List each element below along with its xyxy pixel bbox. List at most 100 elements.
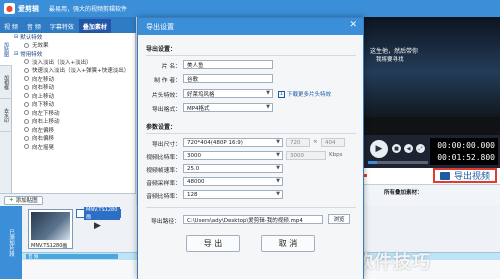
- app-titlebar: ● 爱剪辑 最易用，强大的视频剪辑软件: [0, 0, 500, 17]
- progress-fill: [368, 161, 377, 164]
- format-label: 导出格式：: [152, 107, 181, 113]
- effect-item[interactable]: 向左偏移: [12, 126, 135, 135]
- clip-name: MNV.TS1280画: [84, 207, 120, 220]
- player-controls: ▶ ■ ◀ ⤢ 00:00:00.000 00:01:52.800: [364, 135, 500, 168]
- export-settings-dialog: 导出设置 ✕ 导出设置： 片 名： 美人鱼 制 作 者： 谷歌 片头特效： 好莱…: [137, 17, 364, 279]
- video-preview: 这生他，然后带你 我将要寻找: [364, 17, 500, 135]
- timeline-toolbar: + 添加贴图: [0, 193, 136, 206]
- audio-bitrate-select[interactable]: 128 ▼: [183, 190, 283, 199]
- author-field[interactable]: 谷歌: [183, 74, 273, 83]
- size-value: 720*404(480P 16:9): [187, 139, 243, 146]
- width-field[interactable]: 720: [286, 138, 310, 147]
- effect-item[interactable]: 向上移动: [12, 92, 135, 101]
- timeline-clip[interactable]: MNV.TS1280画: [76, 207, 121, 220]
- effect-item-label: 向左移动: [32, 76, 55, 83]
- effect-item-label: 向右移动: [32, 85, 55, 92]
- effects-list: ⊟ 默认特效 无效果 ⊟ 常用特效 淡入淡出（淡入+淡出） 快速淡入淡出（淡入+弹簧…: [12, 33, 136, 193]
- vnav-label: 去水印: [3, 107, 9, 123]
- clip-thumbnail: [31, 212, 70, 240]
- time-total: 00:01:52.800: [437, 153, 495, 162]
- format-select[interactable]: MP4格式 ▼: [183, 103, 273, 112]
- dialog-title: 导出设置: [146, 22, 174, 31]
- vnav-item-remove-watermark[interactable]: 去水印: [0, 99, 12, 132]
- added-effects-header: 所有叠加素材：: [384, 190, 423, 196]
- effect-item[interactable]: 向右移动: [12, 83, 135, 92]
- time-current: 00:00:00.000: [437, 141, 495, 150]
- size-select[interactable]: 720*404(480P 16:9) ▼: [183, 138, 283, 147]
- section-parameters: 参数设置：: [146, 124, 177, 131]
- radio-icon: [24, 144, 29, 150]
- audio-sample-label: 音频采样率：: [146, 181, 181, 187]
- tab-subtitle-effects[interactable]: 字幕特效: [46, 19, 78, 33]
- audio-bitrate-label: 音频比特率：: [146, 194, 181, 200]
- audio-strip[interactable]: 音 频: [26, 254, 118, 260]
- format-value: MP4格式: [187, 105, 210, 112]
- vertical-nav: 加贴图 加相框 去水印: [0, 33, 12, 193]
- export-video-button[interactable]: 导出视频: [433, 168, 497, 183]
- effect-item[interactable]: 向左摇晃: [12, 143, 135, 152]
- effect-item[interactable]: 淡入淡出（淡入+淡出）: [12, 58, 135, 67]
- chevron-down-icon: ▼: [266, 104, 270, 110]
- effect-item[interactable]: 向右上移动: [12, 117, 135, 126]
- fullscreen-icon[interactable]: ⤢: [416, 144, 425, 153]
- height-field[interactable]: 404: [321, 138, 345, 147]
- vnav-item-add-sticker[interactable]: 加贴图: [0, 33, 12, 66]
- effect-item-label: 向左下移动: [32, 110, 60, 117]
- watermark: 软件技巧: [355, 252, 431, 273]
- fps-label: 视频帧速率：: [146, 168, 181, 174]
- effect-item[interactable]: 向右偏移: [12, 134, 135, 143]
- export-video-label: 导出视频: [453, 172, 490, 182]
- timeline-clip[interactable]: MNV.TS1280画: [28, 209, 73, 249]
- chevron-down-icon: ▼: [276, 139, 280, 145]
- divider: [146, 55, 356, 56]
- app-name: 爱剪辑: [18, 4, 39, 13]
- effect-item[interactable]: 快速淡入淡出（淡入+弹簧+快速淡出）: [12, 66, 135, 75]
- radio-icon: [24, 76, 29, 82]
- export-button[interactable]: 导 出: [186, 235, 240, 252]
- fps-select[interactable]: 25.0 ▼: [183, 164, 283, 173]
- volume-icon[interactable]: ◀: [404, 144, 413, 153]
- tab-audio[interactable]: 音 频: [23, 19, 45, 33]
- effect-group-default[interactable]: ⊟ 默认特效: [12, 33, 135, 41]
- add-sticker-button[interactable]: + 添加贴图: [4, 195, 43, 205]
- progress-bar[interactable]: [368, 161, 428, 164]
- audio-sample-select[interactable]: 48000 ▼: [183, 177, 283, 186]
- radio-icon: [24, 118, 29, 124]
- effect-item-label: 向上移动: [32, 93, 55, 100]
- effect-item-label: 向左摇晃: [32, 144, 55, 151]
- dialog-body: 导出设置： 片 名： 美人鱼 制 作 者： 谷歌 片头特效： 好莱坞风格 ▼ ↓ 下…: [138, 35, 363, 279]
- divider: [146, 133, 356, 134]
- vnav-item-add-frame[interactable]: 加相框: [0, 66, 12, 99]
- cancel-button[interactable]: 取 消: [261, 235, 315, 252]
- radio-icon: [24, 93, 29, 99]
- effect-item[interactable]: 向左下移动: [12, 109, 135, 118]
- effect-item-label: 快速淡入淡出（淡入+弹簧+快速淡出）: [32, 68, 130, 75]
- main-tabs: 视 频 音 频 字幕特效 叠加素材: [0, 17, 136, 33]
- effect-item[interactable]: 无效果: [12, 41, 135, 50]
- close-icon[interactable]: ✕: [349, 20, 357, 30]
- video-bitrate-value: 3000: [187, 152, 201, 159]
- video-bitrate-label: 视频比特率：: [146, 155, 181, 161]
- intro-effect-select[interactable]: 好莱坞风格 ▼: [183, 89, 273, 98]
- stop-button[interactable]: ■: [392, 144, 401, 153]
- times-sign: ×: [313, 139, 318, 145]
- chevron-down-icon: ▼: [276, 191, 280, 197]
- radio-icon: [24, 127, 29, 133]
- export-path-field[interactable]: C:\Users\ady\Desktop\爱剪辑-我的视频.mp4: [183, 215, 323, 224]
- chevron-down-icon: ▼: [266, 90, 270, 96]
- play-button[interactable]: ▶: [370, 140, 388, 158]
- tab-overlay-material[interactable]: 叠加素材: [78, 19, 111, 33]
- browse-button[interactable]: 浏览: [328, 214, 350, 224]
- radio-icon: [24, 84, 29, 90]
- chevron-down-icon: ▼: [276, 165, 280, 171]
- name-field[interactable]: 美人鱼: [183, 60, 273, 69]
- video-bitrate-select[interactable]: 3000 ▼: [183, 151, 283, 160]
- effect-item[interactable]: 向左移动: [12, 75, 135, 84]
- effect-group-common[interactable]: ⊟ 常用特效: [12, 50, 135, 58]
- download-more-intro-link[interactable]: ↓ 下载更多片头特效: [278, 90, 331, 98]
- plus-icon: +: [9, 197, 14, 203]
- tab-video[interactable]: 视 频: [0, 19, 22, 33]
- video-bitrate-custom-field[interactable]: 3000: [286, 151, 326, 160]
- clip-name: MNV.TS1280画: [31, 243, 68, 249]
- effect-item[interactable]: 向下移动: [12, 100, 135, 109]
